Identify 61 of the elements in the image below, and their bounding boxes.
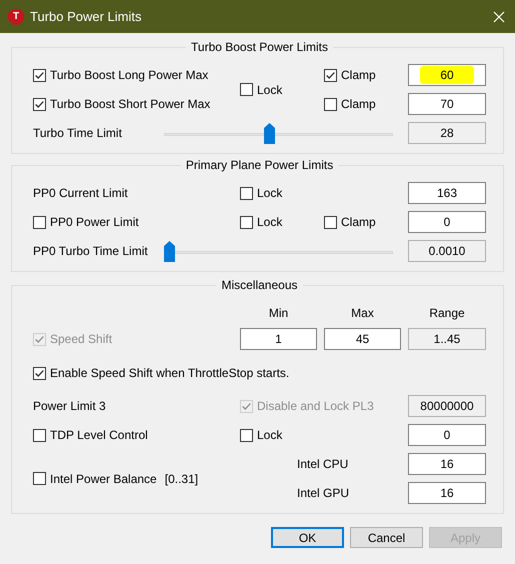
checkbox[interactable] — [240, 216, 253, 228]
checkbox[interactable] — [33, 366, 46, 380]
slider-thumb[interactable] — [164, 240, 175, 262]
slider-label: Turbo Time Limit — [33, 126, 123, 140]
number-field[interactable]: 60 — [408, 64, 486, 86]
checkbox[interactable] — [33, 98, 46, 110]
checkbox[interactable] — [324, 98, 337, 110]
checkbox-label[interactable]: Clamp — [341, 68, 376, 82]
number-field[interactable]: 0.0010 — [408, 240, 486, 262]
dialog-button[interactable]: Cancel — [350, 527, 423, 548]
field-label: Intel CPU — [297, 457, 348, 471]
number-field[interactable]: 16 — [408, 482, 486, 504]
checkbox-label[interactable]: Lock — [257, 186, 282, 200]
column-header: Range — [429, 306, 465, 320]
checkbox[interactable] — [240, 186, 253, 200]
number-field[interactable]: 45 — [324, 328, 401, 350]
group-title: Miscellaneous — [220, 278, 299, 293]
checkbox-label[interactable]: Lock — [257, 428, 282, 442]
checkbox-label[interactable]: Clamp — [341, 97, 376, 111]
checkbox-label[interactable]: Turbo Boost Short Power Max — [50, 97, 210, 111]
number-field[interactable]: 1..45 — [408, 328, 486, 350]
checkbox[interactable] — [33, 428, 46, 442]
checkbox-label[interactable]: Intel Power Balance — [50, 472, 157, 486]
number-field[interactable]: 70 — [408, 93, 486, 115]
checkbox[interactable] — [240, 428, 253, 442]
group-title: Turbo Boost Power Limits — [190, 40, 329, 55]
number-field[interactable]: 80000000 — [408, 395, 486, 417]
checkbox[interactable] — [240, 83, 253, 96]
slider-track[interactable] — [164, 122, 393, 144]
number-field[interactable]: 1 — [240, 328, 317, 350]
checkbox[interactable] — [324, 216, 337, 228]
checkbox[interactable] — [33, 472, 46, 485]
range-label: [0..31] — [164, 472, 198, 486]
app-icon: T — [8, 8, 24, 24]
dialog-button[interactable]: OK — [271, 527, 344, 548]
checkbox-label[interactable]: Enable Speed Shift when ThrottleStop starts. — [50, 366, 290, 380]
number-field[interactable]: 163 — [408, 182, 486, 204]
window-title: Turbo Power Limits — [30, 9, 142, 24]
field-label: PP0 Current Limit — [33, 186, 128, 200]
checkbox-label[interactable]: TDP Level Control — [50, 428, 148, 442]
field-label: Intel GPU — [297, 486, 350, 500]
close-icon[interactable] — [493, 10, 505, 22]
number-field[interactable]: 28 — [408, 122, 486, 144]
checkbox[interactable] — [33, 216, 46, 228]
checkbox-label[interactable]: Clamp — [341, 215, 376, 229]
number-field[interactable]: 16 — [408, 453, 486, 475]
slider-thumb[interactable] — [264, 122, 276, 144]
checkbox-label[interactable]: Lock — [257, 82, 282, 96]
checkbox-label[interactable]: Lock — [257, 215, 282, 229]
slider-track[interactable] — [164, 240, 393, 262]
group-title: Primary Plane Power Limits — [184, 158, 334, 173]
column-header: Max — [351, 306, 374, 320]
number-field[interactable]: 0 — [408, 424, 486, 446]
checkbox-label[interactable]: Turbo Boost Long Power Max — [50, 68, 208, 82]
slider-label: PP0 Turbo Time Limit — [33, 244, 149, 258]
column-header: Min — [268, 306, 288, 320]
checkbox[interactable] — [33, 68, 46, 82]
field-label: Power Limit 3 — [33, 399, 106, 413]
checkbox-label[interactable]: PP0 Power Limit — [50, 215, 139, 229]
checkbox[interactable] — [324, 68, 337, 82]
number-field[interactable]: 0 — [408, 211, 486, 233]
